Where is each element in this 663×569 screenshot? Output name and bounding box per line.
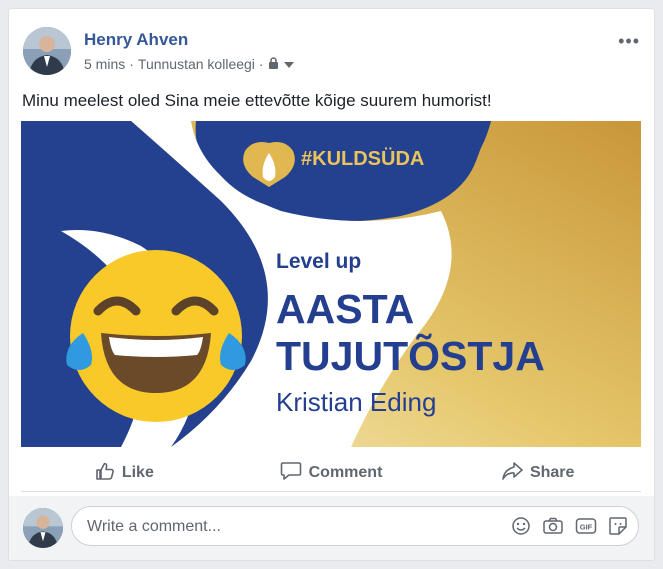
gif-icon[interactable]: GIF — [575, 516, 597, 536]
author-avatar[interactable] — [23, 27, 71, 75]
banner-level: Level up — [276, 250, 362, 273]
award-banner-image[interactable]: #KULDSÜDA Level up AASTA TUJUTÕSTJA Kris… — [21, 121, 641, 447]
comment-label: Comment — [308, 464, 383, 481]
banner-title: AASTA TUJUTÕSTJA — [276, 286, 545, 380]
audience-label[interactable]: Tunnustan kolleegi — [138, 56, 255, 72]
speech-bubble-icon — [280, 461, 302, 486]
more-options-button[interactable]: ••• — [618, 31, 640, 52]
comment-composer: Write a comment... GIF — [9, 496, 654, 560]
share-button[interactable]: Share — [434, 455, 641, 491]
share-label: Share — [529, 464, 575, 481]
post-actions-bar: Like Comment Share — [21, 455, 641, 492]
camera-icon[interactable] — [542, 516, 564, 536]
banner-recipient-name: Kristian Eding — [276, 387, 437, 417]
svg-text:GIF: GIF — [580, 523, 593, 532]
like-button[interactable]: Like — [21, 455, 228, 491]
share-arrow-icon — [501, 461, 523, 486]
post-meta: 5 mins · Tunnustan kolleegi · — [84, 56, 295, 72]
comment-button[interactable]: Comment — [228, 455, 435, 491]
comment-tools: GIF — [511, 516, 628, 536]
like-label: Like — [121, 464, 154, 481]
banner-title-line1: AASTA — [276, 286, 415, 332]
sticker-icon[interactable] — [608, 516, 628, 536]
banner-title-line2: TUJUTÕSTJA — [276, 333, 545, 379]
comment-placeholder: Write a comment... — [87, 518, 221, 535]
chevron-down-icon[interactable] — [283, 56, 295, 72]
current-user-avatar[interactable] — [23, 508, 63, 548]
post-card: Henry Ahven 5 mins · Tunnustan kolleegi … — [8, 8, 655, 561]
post-text: Minu meelest oled Sina meie ettevõtte kõ… — [22, 91, 492, 110]
author-name[interactable]: Henry Ahven — [84, 30, 188, 50]
post-time[interactable]: 5 mins — [84, 56, 125, 72]
meta-separator: · — [129, 56, 134, 72]
smiley-icon[interactable] — [511, 516, 531, 536]
thumbs-up-icon — [95, 461, 115, 486]
meta-separator-2: · — [258, 56, 264, 72]
banner-hashtag: #KULDSÜDA — [301, 148, 425, 170]
comment-input[interactable]: Write a comment... GIF — [71, 506, 639, 546]
lock-icon[interactable] — [268, 56, 279, 72]
